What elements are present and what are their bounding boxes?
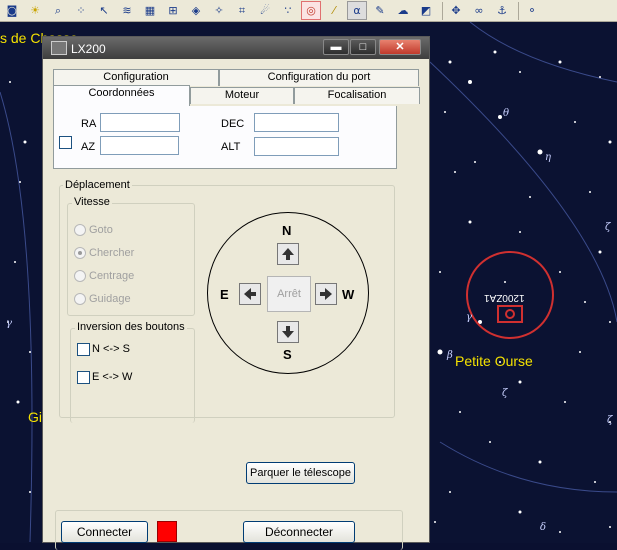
park-telescope-button[interactable]: Parquer le télescope	[246, 462, 355, 484]
alpha-icon[interactable]: α	[347, 1, 367, 20]
main-toolbar: ◙ ☀ ⌕ ⁘ ↖ ≋ ▦ ⊞ ◈ ✧ ⌗ ☄ ∵ ◎ ⁄ α ✎ ☁ ◩ ✥ …	[0, 0, 617, 22]
frame-icon[interactable]: ⌗	[232, 1, 252, 20]
arrow-left-icon	[244, 288, 256, 300]
window-title: LX200	[71, 42, 106, 56]
azalt-checkbox[interactable]	[59, 136, 72, 149]
app-icon	[51, 41, 67, 55]
close-button[interactable]: ✕	[379, 39, 421, 55]
maximize-button[interactable]: □	[350, 39, 376, 55]
movement-title: Déplacement	[63, 179, 132, 191]
speed-guidage-label: Guidage	[89, 293, 131, 305]
stars-icon[interactable]: ⁘	[71, 1, 91, 20]
dark-icon[interactable]: ◩	[416, 1, 436, 20]
move-north-button[interactable]	[277, 243, 299, 265]
invert-ew-checkbox[interactable]	[77, 371, 90, 384]
move-west-button[interactable]	[315, 283, 337, 305]
toolbar-separator	[518, 1, 519, 20]
speed-group	[67, 203, 195, 316]
arrow-right-icon	[320, 288, 332, 300]
planets-icon[interactable]: ⚬	[522, 1, 542, 20]
speed-guidage-radio[interactable]	[74, 293, 86, 305]
stop-button[interactable]: Arrêt	[267, 276, 311, 312]
tab-coordonnees[interactable]: Coordonnées	[53, 85, 190, 106]
pointer-icon[interactable]: ↖	[94, 1, 114, 20]
lx200-window: LX200 ▬ □ ✕ Configuration Configuration …	[42, 36, 430, 550]
dec-input[interactable]	[254, 113, 339, 132]
speed-goto-radio[interactable]	[74, 224, 86, 236]
eq-grid-icon[interactable]: ⊞	[163, 1, 183, 20]
bulb-icon[interactable]: ☀	[25, 1, 45, 20]
speed-goto-label: Goto	[89, 224, 113, 236]
title-bar[interactable]: LX200 ▬ □ ✕	[43, 37, 429, 59]
tab-moteur[interactable]: Moteur	[190, 87, 294, 104]
dec-label: DEC	[221, 118, 245, 130]
ra-label: RA	[81, 118, 97, 130]
speed-title: Vitesse	[72, 196, 112, 208]
move-icon[interactable]: ✥	[446, 1, 466, 20]
telescope-icon[interactable]: ⌕	[48, 1, 68, 20]
tab-focalisation[interactable]: Focalisation	[294, 87, 420, 104]
map-label-petite-ourse: Petite Ourse	[455, 353, 533, 369]
compass-icon[interactable]: ◈	[186, 1, 206, 20]
tab-configuration-port[interactable]: Configuration du port	[219, 69, 419, 86]
speed-chercher-label: Chercher	[89, 247, 135, 259]
grid-icon[interactable]: ▦	[140, 1, 160, 20]
comet-icon[interactable]: ☄	[255, 1, 275, 20]
az-label: AZ	[81, 141, 96, 153]
alt-input[interactable]	[254, 137, 339, 156]
inversion-title: Inversion des boutons	[75, 321, 187, 333]
toolbar-separator	[442, 1, 443, 20]
connection-status-indicator	[157, 521, 177, 542]
tab-configuration[interactable]: Configuration	[53, 69, 219, 86]
speed-centrage-label: Centrage	[89, 270, 135, 282]
north-label: N	[282, 223, 292, 238]
dots-icon[interactable]: ∵	[278, 1, 298, 20]
west-label: W	[342, 287, 355, 302]
az-input[interactable]	[100, 136, 179, 155]
disconnect-button[interactable]: Déconnecter	[243, 521, 355, 543]
alt-label: ALT	[221, 141, 241, 153]
move-south-button[interactable]	[277, 321, 299, 343]
arrow-up-icon	[282, 248, 294, 260]
milkyway-icon[interactable]: ≋	[117, 1, 137, 20]
camera-icon[interactable]: ◙	[2, 1, 22, 20]
ra-input[interactable]	[100, 113, 180, 132]
invert-ew-label: E <-> W	[92, 371, 133, 383]
move-east-button[interactable]	[239, 283, 261, 305]
connect-button[interactable]: Connecter	[61, 521, 148, 543]
link-icon[interactable]: ∞	[469, 1, 489, 20]
map-label-gi: Gi	[28, 409, 42, 425]
ruler-icon[interactable]: ⁄	[324, 1, 344, 20]
arrow-down-icon	[282, 326, 294, 338]
constellation-icon[interactable]: ✧	[209, 1, 229, 20]
invert-ns-label: N <-> S	[92, 343, 130, 355]
invert-ns-checkbox[interactable]	[77, 343, 90, 356]
minimize-button[interactable]: ▬	[323, 39, 349, 55]
cloud-icon[interactable]: ☁	[393, 1, 413, 20]
east-label: E	[220, 287, 229, 302]
target-icon[interactable]: ◎	[301, 1, 321, 20]
speed-chercher-radio[interactable]	[74, 247, 86, 259]
labels-icon[interactable]: ✎	[370, 1, 390, 20]
south-label: S	[283, 347, 292, 362]
telescope-marker-label: 1200ZA1	[484, 292, 525, 303]
anchor-icon[interactable]: ⚓	[492, 1, 512, 20]
speed-centrage-radio[interactable]	[74, 270, 86, 282]
